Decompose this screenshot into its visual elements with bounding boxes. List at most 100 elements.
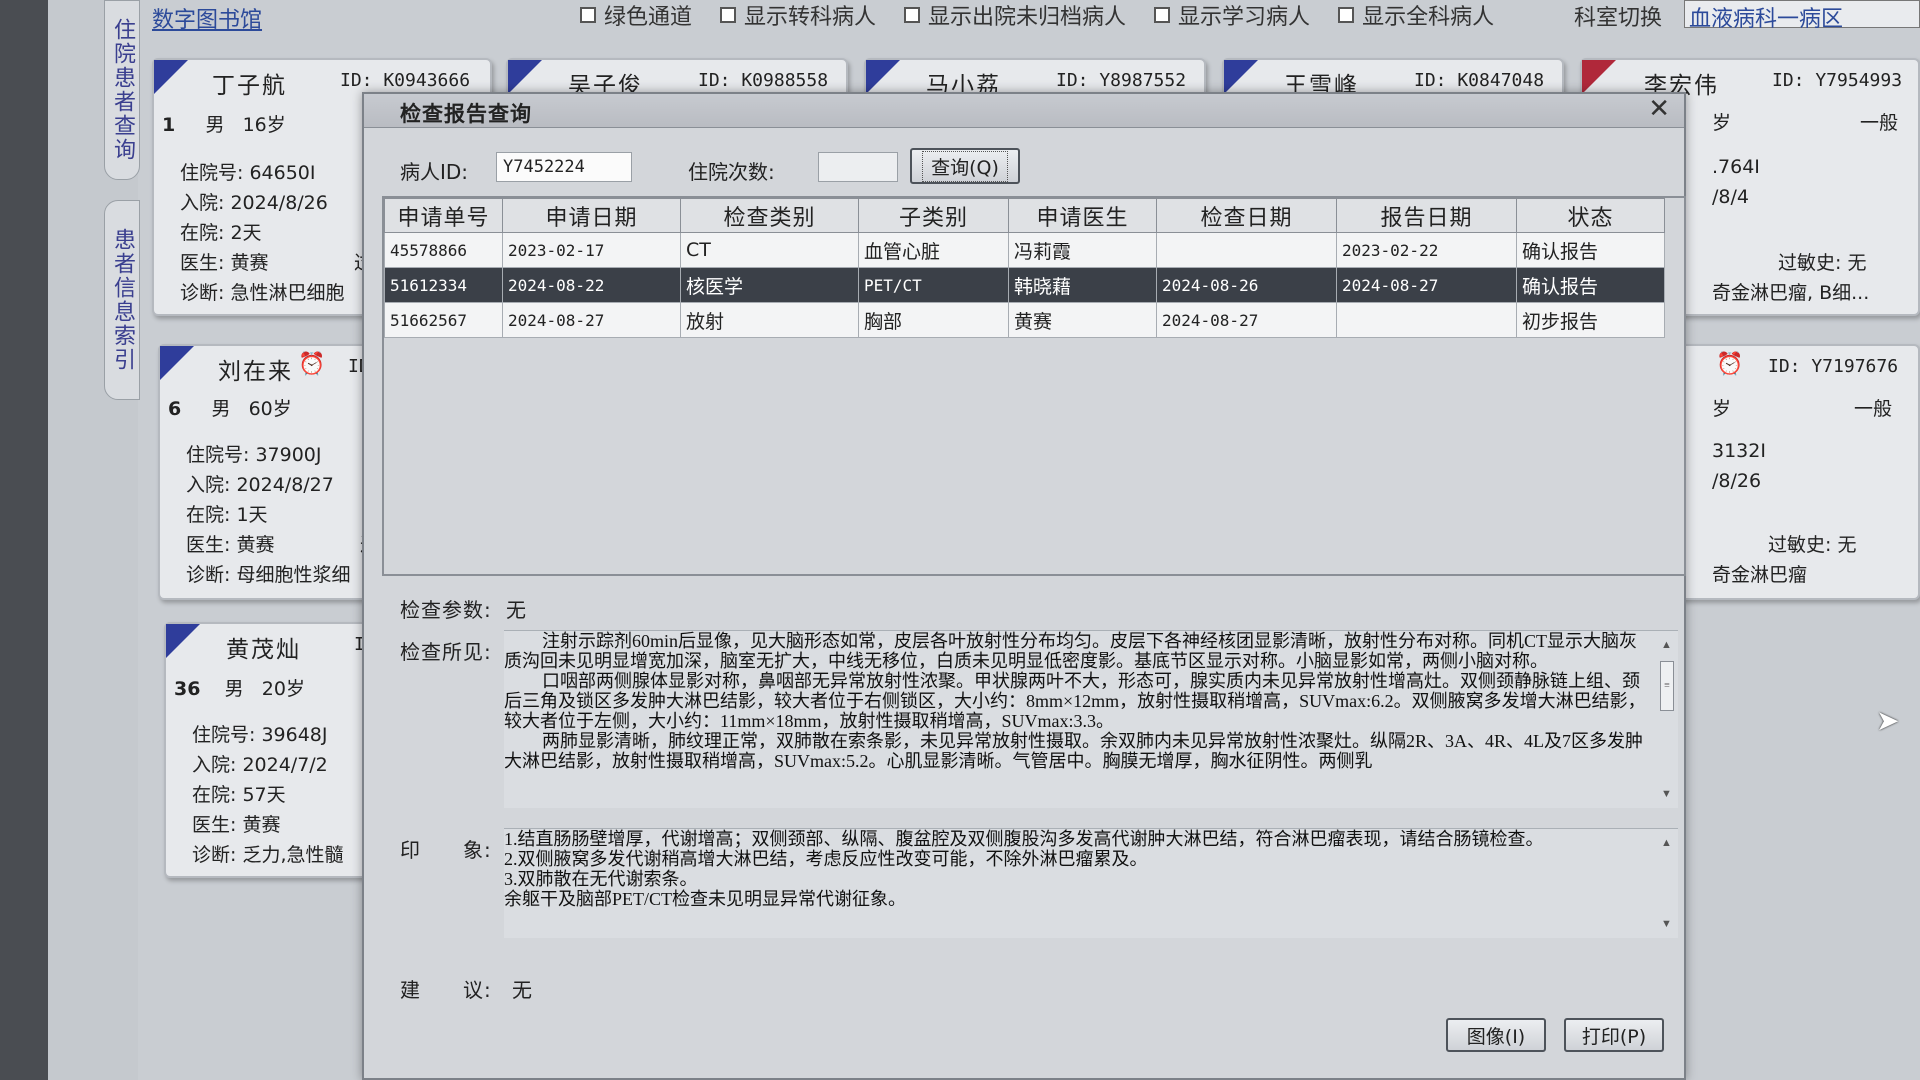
dialog-title: 检查报告查询	[400, 102, 532, 126]
scroll-up-icon[interactable]: ▲	[1661, 833, 1672, 853]
attending-doctor: 医生: 黄赛	[186, 534, 275, 556]
advice-label: 建 议:	[400, 978, 492, 1002]
impression-label: 印 象:	[400, 838, 492, 862]
col-header-request-date[interactable]: 申请日期	[502, 198, 681, 233]
patient-name: 刘在来	[218, 359, 293, 385]
visit-count-input[interactable]	[818, 152, 898, 182]
col-header-subtype[interactable]: 子类别	[858, 198, 1009, 233]
findings-label: 检查所见:	[400, 640, 492, 664]
cell-exam-type: 放射	[680, 302, 859, 338]
mouse-cursor-icon: ➤	[1876, 704, 1900, 737]
checkbox-icon[interactable]	[904, 7, 921, 23]
stay-days: 在院: 1天	[186, 504, 268, 526]
patient-id-input[interactable]: Y7452224	[496, 152, 632, 182]
checkbox-icon[interactable]	[720, 7, 737, 23]
patient-id: ID: K0988558	[698, 70, 829, 91]
diagnosis: 诊断: 母细胞性浆细	[186, 564, 351, 586]
col-header-exam-date[interactable]: 检查日期	[1156, 198, 1337, 233]
cell-request-date: 2024-08-22	[502, 267, 681, 303]
patient-id: ID: Y8987552	[1056, 70, 1187, 91]
patient-age: 60岁	[248, 398, 292, 420]
col-header-status[interactable]: 状态	[1516, 198, 1665, 233]
cell-status: 确认报告	[1516, 267, 1665, 303]
advice-value: 无	[512, 978, 532, 1002]
filter-checkboxes: 绿色通道 显示转科病人 显示出院未归档病人 显示学习病人 显示全科病人	[580, 0, 1494, 30]
checkbox-icon[interactable]	[1338, 7, 1355, 23]
scroll-down-icon[interactable]: ▼	[1661, 914, 1672, 934]
cell-request-no: 51612334	[384, 267, 503, 303]
checkbox-discharged-unarchived[interactable]: 显示出院未归档病人	[904, 0, 1126, 30]
digital-library-link[interactable]: 数字图书馆	[152, 2, 262, 34]
cell-subtype: 血管心脏	[858, 232, 1009, 268]
cell-status: 初步报告	[1516, 302, 1665, 338]
patient-name: 丁子航	[212, 73, 287, 99]
patient-sex: 男	[211, 398, 231, 420]
col-header-request-no[interactable]: 申请单号	[384, 198, 503, 233]
admit-date: 入院: 2024/7/2	[192, 754, 328, 776]
cell-request-date: 2023-02-17	[502, 232, 681, 268]
cell-doctor: 黄赛	[1008, 302, 1157, 338]
cell-doctor: 冯莉霞	[1008, 232, 1157, 268]
impression-scrollbar[interactable]: ▲ ▼	[1658, 829, 1676, 938]
cell-exam-type: CT	[680, 232, 859, 268]
admission-number: 3132I	[1712, 440, 1766, 462]
query-button[interactable]: 查询(Q)	[910, 148, 1020, 184]
patient-name: 黄茂灿	[226, 637, 301, 663]
alarm-clock-icon: ⏰	[298, 352, 326, 377]
cell-exam-date: 2024-08-27	[1156, 302, 1337, 338]
cell-report-date: 2023-02-22	[1336, 232, 1517, 268]
left-rail	[0, 0, 138, 1080]
ward-switch-label: 科室切换	[1574, 6, 1663, 31]
table-row[interactable]: 51662567 2024-08-27 放射 胸部 黄赛 2024-08-27 …	[384, 302, 1665, 338]
checkbox-green-channel[interactable]: 绿色通道	[580, 0, 692, 30]
admit-date: 入院: 2024/8/27	[186, 474, 334, 496]
col-header-doctor[interactable]: 申请医生	[1008, 198, 1157, 233]
admission-number: 住院号: 64650I	[180, 162, 316, 184]
findings-scrollbar[interactable]: ▲ ≡ ▼	[1658, 631, 1676, 808]
allergy: 过敏史: 无	[1778, 252, 1867, 274]
diagnosis: 诊断: 急性淋巴细胞	[180, 282, 345, 304]
tab-patient-index[interactable]: 患者信息索引	[104, 200, 140, 400]
table-row[interactable]: 45578866 2023-02-17 CT 血管心脏 冯莉霞 2023-02-…	[384, 232, 1665, 268]
dialog-titlebar: 检查报告查询 ✕	[364, 94, 1684, 128]
patient-id: ID: Y7954993	[1772, 70, 1903, 91]
admit-date: /8/26	[1712, 470, 1762, 492]
scroll-down-icon[interactable]: ▼	[1661, 784, 1672, 804]
scroll-thumb[interactable]: ≡	[1660, 661, 1674, 711]
table-row-selected[interactable]: 51612334 2024-08-22 核医学 PET/CT 韩晓藉 2024-…	[384, 267, 1665, 303]
patient-age: 16岁	[242, 114, 286, 136]
bed-number: 36	[174, 678, 201, 700]
checkbox-transfer-patients[interactable]: 显示转科病人	[720, 0, 876, 30]
attending-doctor: 医生: 黄赛	[192, 814, 281, 836]
stay-days: 在院: 2天	[180, 222, 262, 244]
cell-subtype: 胸部	[858, 302, 1009, 338]
image-button[interactable]: 图像(I)	[1446, 1018, 1546, 1052]
col-header-exam-type[interactable]: 检查类别	[680, 198, 859, 233]
cell-request-no: 51662567	[384, 302, 503, 338]
admission-number: 住院号: 39648J	[192, 724, 328, 746]
scroll-up-icon[interactable]: ▲	[1661, 635, 1672, 655]
ward-select[interactable]: 血液病科一病区	[1684, 0, 1920, 32]
close-icon[interactable]: ✕	[1648, 94, 1670, 124]
print-button[interactable]: 打印(P)	[1564, 1018, 1664, 1052]
cell-report-date: 2024-08-27	[1336, 267, 1517, 303]
patient-id: ID: Y7197676	[1768, 356, 1899, 377]
patient-id: ID: K0943666	[340, 70, 471, 91]
checkbox-all-department[interactable]: 显示全科病人	[1338, 0, 1494, 30]
diagnosis: 诊断: 乏力,急性髓	[192, 844, 344, 866]
cell-doctor: 韩晓藉	[1008, 267, 1157, 303]
checkbox-study-patients[interactable]: 显示学习病人	[1154, 0, 1310, 30]
checkbox-icon[interactable]	[580, 7, 596, 23]
impression-textarea[interactable]: 1.结直肠肠壁增厚，代谢增高；双侧颈部、纵隔、腹盆腔及双侧腹股沟多发高代谢肿大淋…	[504, 828, 1678, 938]
exam-report-dialog: 检查报告查询 ✕ 病人ID: Y7452224 住院次数: 查询(Q) 申请单号…	[362, 92, 1686, 1080]
findings-textarea[interactable]: 注射示踪剂60min后显像，见大脑形态如常，皮层各叶放射性分布均匀。皮层下各神经…	[504, 630, 1678, 808]
exam-params-value: 无	[506, 598, 526, 622]
tab-inpatient-query[interactable]: 住院患者查询	[104, 0, 140, 180]
patient-age: 岁	[1712, 398, 1732, 420]
admission-number: .764I	[1712, 156, 1760, 178]
col-header-report-date[interactable]: 报告日期	[1336, 198, 1517, 233]
cell-exam-date	[1156, 232, 1337, 268]
stay-days: 在院: 57天	[192, 784, 286, 806]
checkbox-icon[interactable]	[1154, 7, 1171, 23]
patient-age: 20岁	[261, 678, 305, 700]
